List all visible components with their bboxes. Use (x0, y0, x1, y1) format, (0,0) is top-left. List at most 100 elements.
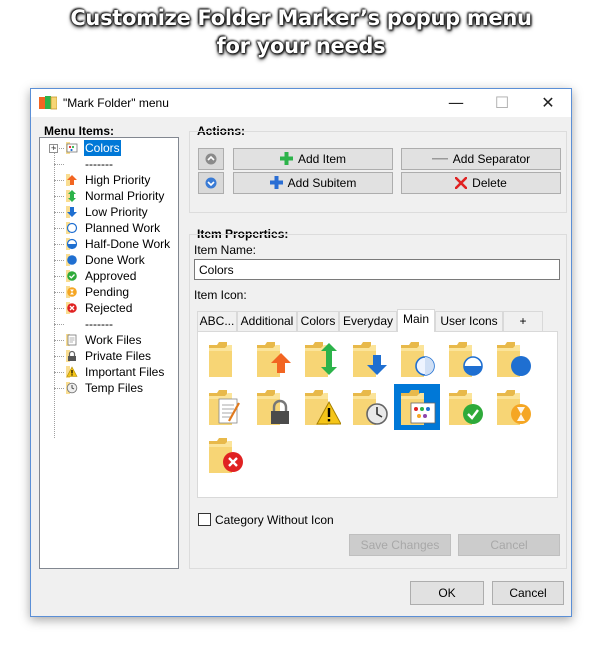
up-down-arrow-icon (66, 190, 78, 202)
planned-folder-icon[interactable] (394, 336, 440, 382)
lock-icon (66, 350, 78, 362)
full-circle-icon (66, 254, 78, 266)
hourglass-icon (66, 286, 78, 298)
work-files-folder-icon[interactable] (202, 384, 248, 430)
cancel-button[interactable]: Cancel (492, 581, 564, 605)
move-down-button[interactable] (198, 172, 224, 194)
move-up-button[interactable] (198, 148, 224, 170)
cancel-changes-button[interactable]: Cancel (458, 534, 560, 556)
pending-folder-icon[interactable] (490, 384, 536, 430)
close-button[interactable]: ✕ (525, 89, 571, 117)
reject-icon (66, 302, 78, 314)
tree-item[interactable]: Colors (40, 140, 178, 156)
tree-item[interactable]: Half-Done Work (40, 236, 178, 252)
tree-connector (54, 228, 64, 229)
tree-connector (54, 260, 64, 261)
window-title: "Mark Folder" menu (63, 96, 169, 110)
tab-main[interactable]: Main (397, 309, 435, 332)
add-blue-icon (269, 176, 283, 190)
ok-button[interactable]: OK (410, 581, 484, 605)
headline: Customize Folder Marker’s popup menu for… (0, 4, 602, 60)
category-without-icon-label: Category Without Icon (215, 513, 334, 527)
tree-connector (54, 276, 64, 277)
tree-connector (54, 356, 64, 357)
add-separator-button[interactable]: Add Separator (401, 148, 561, 170)
tree-item[interactable]: Planned Work (40, 220, 178, 236)
tree-connector (54, 372, 64, 373)
delete-button[interactable]: Delete (401, 172, 561, 194)
down-arrow-icon (66, 206, 78, 218)
document-icon (66, 334, 78, 346)
normal-priority-folder-icon[interactable] (298, 336, 344, 382)
mark-folder-dialog: "Mark Folder" menu — ☐ ✕ Menu Items: + C… (30, 88, 572, 617)
tree-item[interactable]: Normal Priority (40, 188, 178, 204)
tree-item-label: Rejected (85, 301, 133, 315)
maximize-button[interactable]: ☐ (479, 89, 525, 117)
move-up-icon (205, 153, 217, 165)
tab-user-icons[interactable]: User Icons (435, 311, 503, 331)
tree-item-label: Private Files (85, 349, 152, 363)
save-changes-button[interactable]: Save Changes (349, 534, 451, 556)
tree-item[interactable]: Done Work (40, 252, 178, 268)
clock-icon (66, 382, 78, 394)
delete-label: Delete (472, 176, 507, 190)
tree-item[interactable]: Work Files (40, 332, 178, 348)
category-without-icon-checkbox[interactable] (198, 513, 211, 526)
approved-folder-icon[interactable] (442, 384, 488, 430)
tree-item-label: High Priority (85, 173, 151, 187)
tree-item-label: ------- (85, 157, 113, 171)
tree-connector (54, 340, 64, 341)
tab-everyday[interactable]: Everyday (339, 311, 397, 331)
title-bar[interactable]: "Mark Folder" menu — ☐ ✕ (31, 89, 571, 117)
tree-item[interactable]: Rejected (40, 300, 178, 316)
tree-item-label: Approved (85, 269, 137, 283)
add-subitem-button[interactable]: Add Subitem (233, 172, 393, 194)
tree-item[interactable]: Approved (40, 268, 178, 284)
tree-item[interactable]: Pending (40, 284, 178, 300)
up-arrow-icon (66, 174, 78, 186)
tree-connector (54, 308, 64, 309)
rejected-folder-icon[interactable] (202, 432, 248, 478)
done-folder-icon[interactable] (490, 336, 536, 382)
private-folder-icon[interactable] (250, 384, 296, 430)
headline-line-2: for your needs (216, 34, 386, 58)
minimize-button[interactable]: — (433, 89, 479, 117)
tree-item-label: ------- (85, 317, 113, 331)
tab-abc[interactable]: ABC... (197, 311, 237, 331)
tree-connector (54, 324, 64, 325)
tab-add[interactable]: + (503, 311, 543, 331)
tab-additional[interactable]: Additional (237, 311, 297, 331)
tree-item[interactable]: ------- (40, 316, 178, 332)
tree-item[interactable]: Private Files (40, 348, 178, 364)
tree-item[interactable]: High Priority (40, 172, 178, 188)
tree-connector (54, 148, 64, 149)
high-priority-folder-icon[interactable] (250, 336, 296, 382)
plain-folder-icon[interactable] (202, 336, 248, 382)
menu-items-label: Menu Items: (44, 124, 115, 138)
tree-connector (54, 164, 64, 165)
separator-line-icon (431, 157, 448, 160)
add-green-icon (279, 152, 293, 166)
warning-icon (66, 366, 78, 378)
tree-item[interactable]: Low Priority (40, 204, 178, 220)
item-name-input[interactable] (194, 259, 560, 280)
move-down-icon (205, 177, 217, 189)
half-circle-icon (66, 238, 78, 250)
tree-item[interactable]: Temp Files (40, 380, 178, 396)
empty-circle-icon (66, 222, 78, 234)
tree-item[interactable]: ------- (40, 156, 178, 172)
half-done-folder-icon[interactable] (442, 336, 488, 382)
tree-connector (54, 244, 64, 245)
important-folder-icon[interactable] (298, 384, 344, 430)
add-item-button[interactable]: Add Item (233, 148, 393, 170)
tree-item-label: Work Files (85, 333, 142, 347)
low-priority-folder-icon[interactable] (346, 336, 392, 382)
tree-connector (54, 292, 64, 293)
menu-items-tree[interactable]: + Colors ------- High Priority Normal Prior… (39, 137, 179, 569)
tree-item-label: Temp Files (85, 381, 144, 395)
headline-line-1: Customize Folder Marker’s popup menu (70, 6, 532, 30)
tree-item[interactable]: Important Files (40, 364, 178, 380)
temp-folder-icon[interactable] (346, 384, 392, 430)
tab-colors[interactable]: Colors (297, 311, 339, 331)
palette-folder-icon[interactable] (394, 384, 440, 430)
